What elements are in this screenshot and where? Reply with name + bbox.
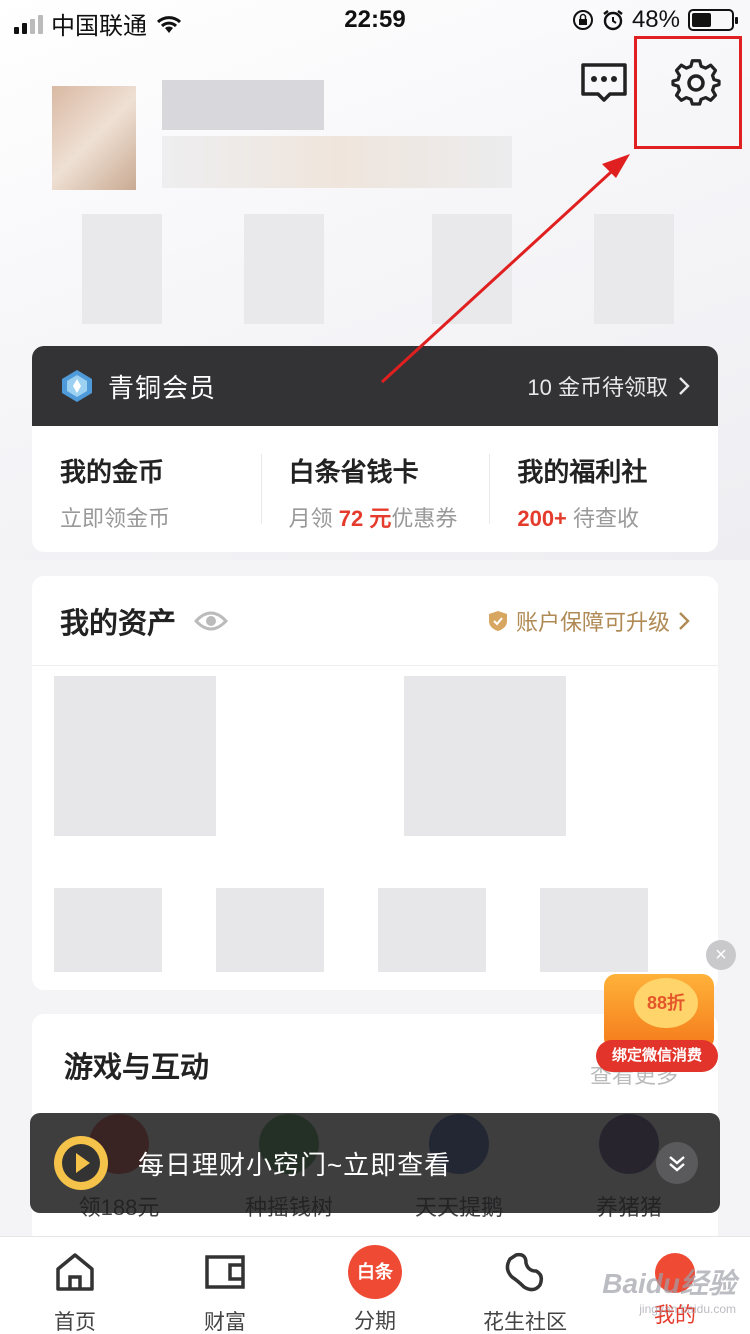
- assets-title: 我的资产: [60, 607, 177, 640]
- claim-coins-link[interactable]: 10 金币待领取: [527, 370, 690, 402]
- status-bar: 中国联通 22:59 48%: [0, 0, 750, 40]
- tab-community[interactable]: 花生社区: [450, 1237, 600, 1334]
- cell-subtitle: 月领 72 元优惠券: [288, 506, 458, 531]
- assets-card: 我的资产 账户保障可升级: [32, 576, 718, 990]
- asset-value-redacted[interactable]: [54, 676, 216, 836]
- baitiao-card-entry[interactable]: 白条省钱卡 月领 72 元优惠券: [260, 426, 490, 552]
- diamond-icon: [62, 370, 92, 402]
- profile-info-redacted: [162, 136, 512, 188]
- gift-box-icon: 88折: [604, 974, 714, 1050]
- member-card: 青铜会员 10 金币待领取 我的金币 立即领金币 白条省钱卡 月领 72 元优惠…: [32, 346, 718, 552]
- asset-value-redacted[interactable]: [404, 676, 566, 836]
- cell-title: 白条省钱卡: [288, 457, 419, 487]
- asset-item-redacted[interactable]: [378, 888, 486, 972]
- cell-subtitle: 200+ 待查收: [517, 506, 640, 531]
- asset-item-redacted[interactable]: [54, 888, 162, 972]
- chevron-right-icon: [679, 377, 690, 395]
- cell-subtitle: 立即领金币: [60, 506, 171, 531]
- promo-float[interactable]: 88折 绑定微信消费 ×: [596, 940, 736, 1080]
- my-coins-entry[interactable]: 我的金币 立即领金币: [32, 426, 261, 552]
- claim-coins-label: 10 金币待领取: [527, 375, 668, 400]
- stat-redacted[interactable]: [244, 214, 324, 324]
- tab-label: 首页: [54, 1311, 96, 1334]
- discount-badge: 88折: [634, 978, 698, 1028]
- chevron-right-icon: [679, 611, 690, 630]
- account-security-label: 账户保障可升级: [515, 609, 670, 635]
- play-icon[interactable]: [52, 1134, 110, 1192]
- message-icon[interactable]: [580, 62, 628, 102]
- battery-icon: [688, 9, 738, 31]
- shield-icon: [488, 610, 507, 631]
- tab-wealth[interactable]: 财富: [150, 1237, 300, 1334]
- alarm-icon: [603, 10, 623, 31]
- asset-item-redacted[interactable]: [216, 888, 324, 972]
- username-redacted: [162, 80, 324, 130]
- close-icon[interactable]: ×: [706, 940, 736, 970]
- gear-icon[interactable]: [671, 59, 721, 109]
- home-icon: [56, 1253, 94, 1291]
- settings-highlight-box: [634, 36, 742, 149]
- tab-label: 花生社区: [483, 1311, 567, 1334]
- cell-title: 我的金币: [60, 457, 165, 487]
- peanut-icon: [505, 1252, 544, 1292]
- rotation-lock-icon: [572, 10, 593, 30]
- welfare-club-entry[interactable]: 我的福利社 200+ 待查收: [489, 426, 718, 552]
- stat-redacted[interactable]: [432, 214, 512, 324]
- tab-label: 分期: [354, 1310, 396, 1333]
- member-bar[interactable]: 青铜会员 10 金币待领取: [32, 346, 718, 426]
- tips-toast[interactable]: 每日理财小窍门~立即查看: [30, 1113, 720, 1213]
- wallet-icon: [205, 1255, 245, 1289]
- tab-label: 财富: [204, 1311, 246, 1334]
- cell-title: 我的福利社: [517, 457, 648, 487]
- watermark: Baidu经验 jingyan.baidu.com: [602, 1268, 736, 1316]
- tab-home[interactable]: 首页: [0, 1237, 150, 1334]
- battery-percent: 48%: [631, 6, 680, 33]
- baitiao-badge: 白条: [348, 1245, 402, 1299]
- eye-icon[interactable]: [194, 609, 229, 633]
- tab-installment[interactable]: 白条 分期: [300, 1237, 450, 1334]
- member-level: 青铜会员: [108, 372, 217, 403]
- chevron-down-icon[interactable]: [656, 1142, 698, 1184]
- stat-redacted[interactable]: [594, 214, 674, 324]
- promo-band: 绑定微信消费: [596, 1040, 718, 1072]
- avatar[interactable]: [52, 86, 136, 190]
- account-security-link[interactable]: 账户保障可升级: [488, 605, 690, 637]
- games-title: 游戏与互动: [64, 1052, 210, 1084]
- stat-redacted[interactable]: [82, 214, 162, 324]
- toast-text: 每日理财小窍门~立即查看: [138, 1149, 452, 1180]
